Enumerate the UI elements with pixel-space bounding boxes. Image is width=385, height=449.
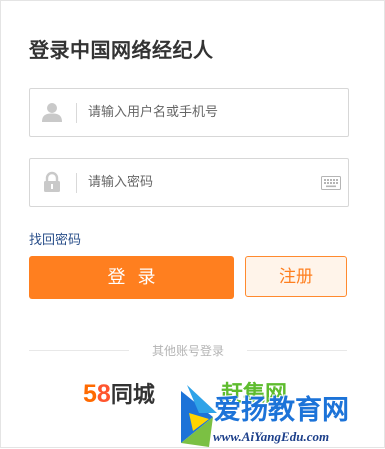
user-icon	[41, 101, 63, 123]
login-button[interactable]: 登录	[29, 256, 234, 299]
58-login-button[interactable]: 58同城	[83, 379, 155, 409]
password-field[interactable]	[29, 158, 349, 207]
keyboard-icon[interactable]	[321, 175, 341, 190]
password-input[interactable]	[88, 159, 308, 206]
register-button[interactable]: 注册	[245, 256, 347, 297]
watermark: 爱扬教育网 www.AiYangEdu.com	[179, 383, 385, 449]
login-panel: 登录中国网络经纪人 请输入用户名或手机号 找回密码 登录 注册 其他账号登录 5…	[0, 0, 385, 448]
page-title: 登录中国网络经纪人	[29, 38, 214, 62]
watermark-url: www.AiYangEdu.com	[213, 429, 330, 444]
username-input[interactable]	[88, 89, 308, 136]
lock-icon	[41, 171, 63, 193]
forgot-password-link[interactable]: 找回密码	[29, 229, 81, 248]
58-logo-digit: 5	[83, 380, 97, 408]
other-login-label: 其他账号登录	[151, 344, 224, 358]
username-field[interactable]	[29, 88, 349, 137]
field-separator	[76, 103, 77, 123]
watermark-text: 爱扬教育网	[214, 395, 349, 426]
field-separator	[76, 173, 77, 193]
58-logo-name: 同城	[110, 383, 155, 408]
58-logo-digit: 8	[96, 380, 111, 408]
